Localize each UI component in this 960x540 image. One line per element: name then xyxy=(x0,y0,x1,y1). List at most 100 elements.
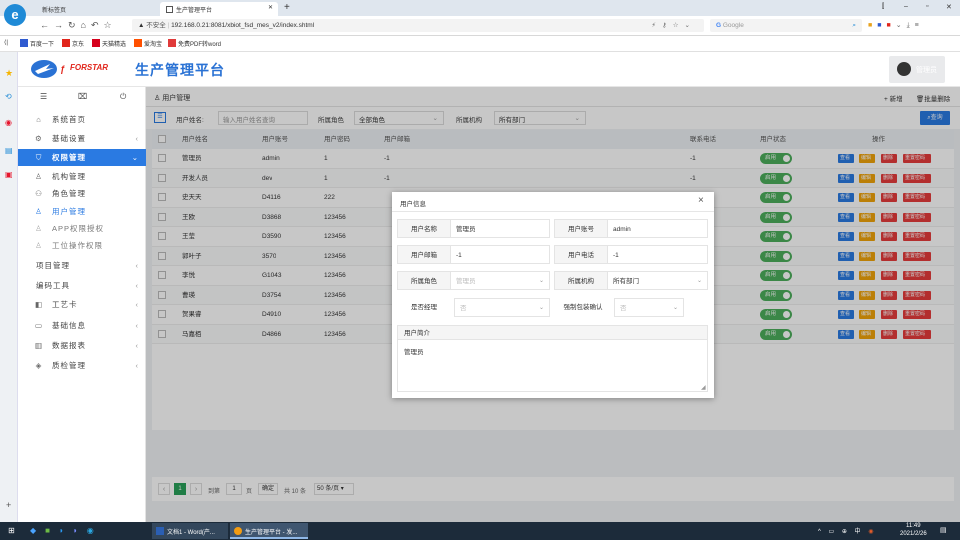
taskbar-app-icons[interactable]: ◆■◗◗◉ xyxy=(30,526,103,535)
minimize-button[interactable]: – xyxy=(904,3,908,10)
chevron-left-icon: ‹ xyxy=(135,341,139,350)
sidebar-toggle-icon[interactable]: ⫿ xyxy=(882,3,884,11)
close-window-button[interactable]: ✕ xyxy=(946,3,952,11)
extension-icons[interactable]: ■■■⌄⤓≡ xyxy=(868,21,924,30)
app-icon[interactable]: ▣ xyxy=(5,170,13,179)
user-menu[interactable]: 管理员 xyxy=(889,56,945,83)
search-engine-field[interactable]: G Google ⌕ xyxy=(710,19,862,32)
brand-text: FORSTAR xyxy=(70,63,109,72)
manager-select[interactable]: 否 ⌄ xyxy=(454,298,550,317)
sidebar-item-station-perm[interactable]: ♙ 工位操作权限 xyxy=(18,237,146,254)
add-panel-icon[interactable]: + xyxy=(6,500,11,510)
taskbar-item-browser[interactable]: 生产管理平台 - 发... xyxy=(230,523,308,539)
gear-icon: ⚙ xyxy=(35,134,42,143)
sidebar-item-label: 数据报表 xyxy=(52,341,86,350)
bookmark-collapse-icon[interactable]: ⟨| xyxy=(4,39,8,46)
undo-icon[interactable]: ↶ xyxy=(91,20,104,30)
phone-label: 用户电话 xyxy=(554,245,608,264)
intro-textarea[interactable]: 管理员 xyxy=(397,340,708,392)
sidebar-item-label: 基础设置 xyxy=(52,134,86,143)
url-field[interactable]: ▲ 不安全 | 192.168.0.21:8081/xbiot_fsd_mes_… xyxy=(132,19,704,32)
tab-close-icon[interactable]: ✕ xyxy=(268,4,273,11)
sidebar-item-roles[interactable]: ⚇ 角色管理 xyxy=(18,185,146,202)
app-title: 生产管理平台 xyxy=(135,62,225,78)
forward-icon[interactable]: → xyxy=(54,20,68,30)
pdf-icon xyxy=(168,39,176,47)
sidebar-item-users[interactable]: ♙ 用户管理 xyxy=(18,203,146,220)
name-field[interactable]: 管理员 xyxy=(450,219,550,238)
bag-icon[interactable]: ⌧ xyxy=(78,92,87,101)
bookmark-label: 百度一下 xyxy=(30,42,55,48)
power-icon[interactable]: ⏻ xyxy=(120,92,126,102)
weibo-icon[interactable]: ◉ xyxy=(5,118,12,127)
back-icon[interactable]: ← xyxy=(40,20,54,30)
sidebar-item-projects[interactable]: 项目管理 ‹ xyxy=(18,257,146,274)
sidebar-item-org[interactable]: ♙ 机构管理 xyxy=(18,168,146,185)
chevron-down-icon: ⌄ xyxy=(538,278,544,284)
panel-icon[interactable]: ▤ xyxy=(5,146,13,155)
home-icon[interactable]: ⌂ xyxy=(81,20,91,30)
dialog-close-icon[interactable]: × xyxy=(698,195,704,206)
forstar-logo: ƒ FORSTAR xyxy=(30,59,126,79)
tab-label: 生产管理平台 xyxy=(176,8,213,14)
org-select[interactable]: 所有部门 ⌄ xyxy=(607,271,708,290)
sidebar-item-permissions[interactable]: ⛉ 权限管理 ⌄ xyxy=(18,149,146,166)
role-select[interactable]: 管理员 ⌄ xyxy=(450,271,550,290)
bookmark-label: 京东 xyxy=(72,42,85,48)
force-pack-select[interactable]: 否 ⌄ xyxy=(614,298,684,317)
start-icon[interactable]: ⊞ xyxy=(8,526,15,535)
browser-side-rail: ★ ⟲ ◉ ▤ ▣ + xyxy=(0,52,18,522)
menu-icon[interactable]: ☰ xyxy=(40,92,47,101)
sidebar-item-reports[interactable]: ▥ 数据报表 ‹ xyxy=(18,337,146,354)
bookmark-baidu[interactable]: 百度一下 xyxy=(20,39,54,48)
role-label: 所属角色 xyxy=(397,271,451,290)
favorites-star-icon[interactable]: ★ xyxy=(5,68,13,79)
notification-icon[interactable]: ▤ xyxy=(940,526,947,534)
maximize-button[interactable]: ▫ xyxy=(926,3,928,10)
user-icon: ♙ xyxy=(35,207,42,216)
url-actions-icons[interactable]: ⚡⚷☆⌄ xyxy=(651,19,696,32)
browser-tab-bar: e 新标签页 生产管理平台 ✕ + ⫿ – ▫ ✕ xyxy=(0,0,960,26)
sidebar-item-basic-settings[interactable]: ⚙ 基础设置 ‹ xyxy=(18,130,146,147)
tab-new-tab[interactable]: 新标签页 xyxy=(36,2,156,16)
sidebar-topbar: ☰ ⌧ ⏻ xyxy=(18,92,146,106)
nav-buttons: ←→↻⌂↶☆ xyxy=(40,20,117,31)
google-g-icon: G xyxy=(716,22,722,29)
user-info-dialog: 用户信息 × 用户名称 管理员 用户账号 admin 用户邮箱 -1 用户电话 … xyxy=(392,192,714,398)
tray-icons[interactable]: ^ ▭ ⊕ 中 ◉ xyxy=(818,526,876,535)
chevron-down-icon: ⌄ xyxy=(672,305,678,311)
bookmark-pdf[interactable]: 免费PDF转word xyxy=(168,39,221,48)
new-tab-button[interactable]: + xyxy=(284,2,290,13)
tab-production-platform[interactable]: 生产管理平台 ✕ xyxy=(160,2,278,16)
window-controls: ⫿ – ▫ ✕ xyxy=(880,3,958,13)
history-icon[interactable]: ⟲ xyxy=(5,92,12,101)
app-header: ƒ FORSTAR 生产管理平台 管理员 xyxy=(18,52,960,87)
email-field[interactable]: -1 xyxy=(450,245,550,264)
taobao-icon xyxy=(134,39,142,47)
taskbar-item-word[interactable]: 文档1 - Word(产... xyxy=(152,523,228,539)
sidebar-item-app-auth[interactable]: ♙ APP权限授权 xyxy=(18,220,146,237)
bookmark-taobao[interactable]: 爱淘宝 xyxy=(134,39,162,48)
bookmark-label: 天猫精选 xyxy=(102,42,127,48)
dialog-title: 用户信息 xyxy=(400,201,426,208)
bookmark-jd[interactable]: 京东 xyxy=(62,39,84,48)
sidebar: ☰ ⌧ ⏻ ⌂ 系统首页 ⚙ 基础设置 ‹ ⛉ 权限管理 ⌄ ♙ 机构管理 ⚇ 角色管理 ♙ 用… xyxy=(18,87,146,522)
layers-icon: ◈ xyxy=(35,361,42,370)
bookmark-label: 免费PDF转word xyxy=(178,42,222,48)
resize-handle-icon[interactable]: ◢ xyxy=(701,384,706,391)
phone-field[interactable]: -1 xyxy=(607,245,708,264)
baidu-icon xyxy=(20,39,28,47)
bookmark-tmall[interactable]: 天猫精选 xyxy=(92,39,126,48)
bookmark-star-icon[interactable]: ☆ xyxy=(104,20,117,30)
reload-icon[interactable]: ↻ xyxy=(68,20,81,30)
sidebar-item-home[interactable]: ⌂ 系统首页 xyxy=(18,111,146,128)
sidebar-item-code-tools[interactable]: 编码工具 ‹ xyxy=(18,277,146,294)
magnifier-icon[interactable]: ⌕ xyxy=(852,19,856,32)
jd-icon xyxy=(62,39,70,47)
sidebar-item-quality[interactable]: ◈ 质检管理 ‹ xyxy=(18,357,146,374)
account-field[interactable]: admin xyxy=(607,219,708,238)
sidebar-item-basic-info[interactable]: ▭ 基础信息 ‹ xyxy=(18,317,146,334)
browser-logo-icon[interactable]: e xyxy=(4,4,26,26)
report-icon: ▥ xyxy=(34,341,43,350)
sidebar-item-process-card[interactable]: ◧ 工艺卡 ‹ xyxy=(18,296,146,313)
